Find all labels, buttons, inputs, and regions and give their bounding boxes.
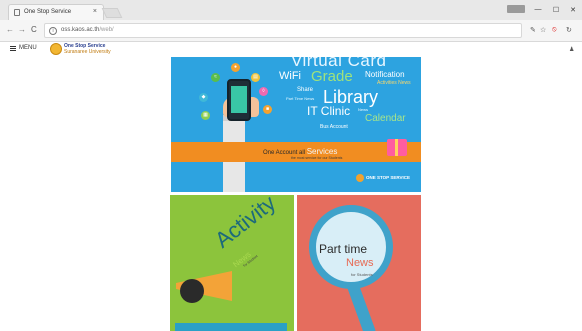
- activity-news-tile[interactable]: Activity News for Student: [170, 195, 294, 331]
- url-text: oss.kaos.ac.th/web/: [61, 27, 114, 33]
- parttime-news-tile[interactable]: Part time News for Students: [297, 195, 421, 331]
- back-button[interactable]: ←: [6, 25, 14, 34]
- site-header: MENU One Stop Service Suranaree Universi…: [0, 42, 582, 56]
- activity-tile-title: Activity: [210, 195, 281, 253]
- address-bar[interactable]: i oss.kaos.ac.th/web/: [44, 23, 522, 38]
- site-logo-icon[interactable]: [50, 43, 62, 55]
- word-wifi: WiFi: [279, 70, 301, 82]
- maximize-button[interactable]: ☐: [550, 6, 562, 14]
- word-news: News: [358, 107, 369, 112]
- parttime-tile-news: News: [346, 257, 374, 269]
- bus-app-icon: ■: [263, 105, 272, 114]
- word-bus-account: Bus Account: [320, 124, 348, 130]
- adblock-icon[interactable]: ⦸: [552, 26, 557, 34]
- site-logo-text[interactable]: One Stop Service Suranaree University: [64, 43, 111, 55]
- reload-button[interactable]: C: [31, 25, 37, 34]
- calendar-app-icon: ▦: [201, 111, 210, 120]
- word-activities: Activities News: [377, 80, 411, 86]
- services-subtitle: the most service for our Students: [291, 156, 343, 160]
- one-account-text: One Account all Services: [263, 147, 338, 156]
- info-icon[interactable]: i: [49, 27, 57, 35]
- parttime-tile-title: Part time: [319, 242, 368, 256]
- user-icon[interactable]: ♟: [569, 46, 574, 53]
- parttime-tile-subtitle: for Students: [351, 272, 373, 277]
- megaphone-handle-icon: [180, 279, 204, 303]
- phone-icon: [227, 79, 251, 121]
- wifi-app-icon: ≈: [211, 73, 220, 82]
- page-icon: [14, 9, 20, 16]
- word-notification: Notification: [365, 70, 405, 79]
- profile-button[interactable]: [507, 5, 525, 13]
- tag-app-icon: ◊: [259, 87, 268, 96]
- word-itclinic: IT Clinic: [307, 104, 351, 118]
- user-app-icon: ●: [231, 63, 240, 72]
- word-calendar: Calendar: [365, 113, 406, 124]
- browser-toolbar: ← → C i oss.kaos.ac.th/web/ ✎ ☆ ⦸ ↻: [0, 20, 582, 42]
- word-parttime-news: Part Time News: [286, 96, 315, 101]
- bookmark-star-icon[interactable]: ☆: [540, 26, 546, 34]
- tab-strip: One Stop Service × — ☐ ✕: [0, 0, 582, 20]
- book-app-icon: ▤: [251, 73, 260, 82]
- oss-logo-icon: [356, 174, 364, 182]
- tab-close-button[interactable]: ×: [93, 8, 97, 15]
- gift-box-icon: [387, 139, 407, 156]
- hamburger-menu-icon[interactable]: [10, 46, 16, 51]
- translate-icon[interactable]: ✎: [530, 26, 536, 34]
- close-window-button[interactable]: ✕: [567, 6, 579, 14]
- extension-icon[interactable]: ↻: [566, 26, 572, 34]
- hero-banner[interactable]: Virtual Card WiFi Grade Notification Act…: [171, 57, 421, 192]
- oss-logo-text: ONE STOP SERVICE: [366, 175, 411, 180]
- word-share: Share: [297, 87, 314, 93]
- menu-button-label[interactable]: MENU: [19, 45, 37, 51]
- browser-tab[interactable]: One Stop Service ×: [8, 4, 104, 20]
- chat-app-icon: ◆: [199, 93, 208, 102]
- activity-ribbon: [175, 323, 287, 331]
- forward-button[interactable]: →: [18, 25, 26, 34]
- tab-title: One Stop Service: [24, 9, 72, 15]
- word-grade: Grade: [311, 68, 353, 85]
- new-tab-button[interactable]: [101, 8, 123, 18]
- minimize-button[interactable]: —: [532, 6, 544, 13]
